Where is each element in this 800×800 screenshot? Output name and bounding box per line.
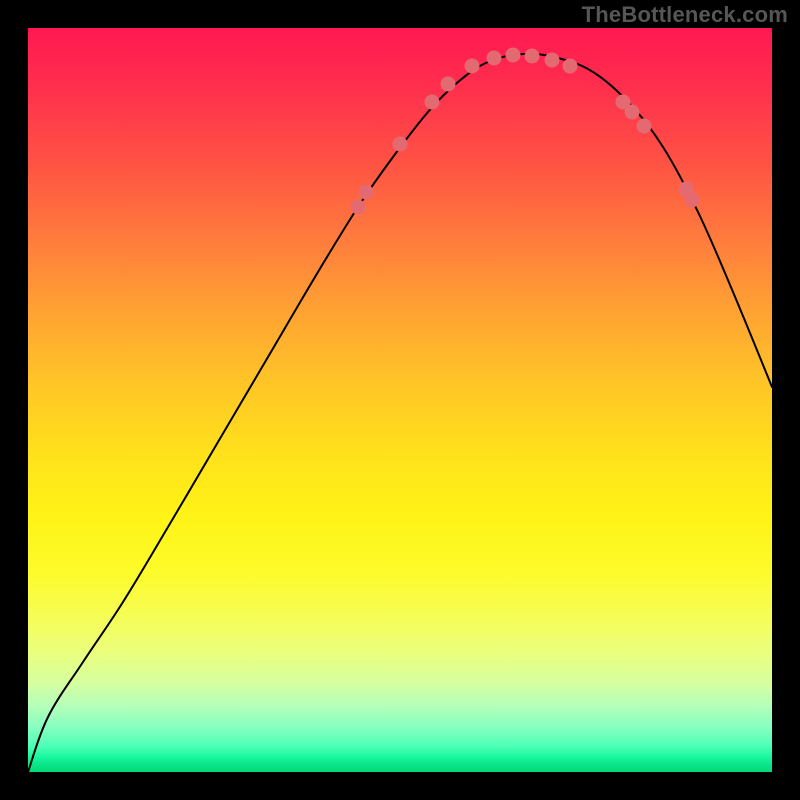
data-marker	[425, 95, 440, 110]
data-marker	[465, 59, 480, 74]
curve-svg	[28, 28, 772, 772]
data-marker	[506, 48, 521, 63]
data-marker	[359, 185, 374, 200]
data-marker	[525, 49, 540, 64]
data-marker	[625, 105, 640, 120]
marker-group	[351, 48, 700, 215]
data-marker	[563, 59, 578, 74]
plot-area	[28, 28, 772, 772]
watermark-text: TheBottleneck.com	[582, 2, 788, 28]
bottleneck-curve	[28, 54, 772, 772]
chart-frame: TheBottleneck.com	[0, 0, 800, 800]
data-marker	[487, 51, 502, 66]
data-marker	[685, 193, 700, 208]
data-marker	[351, 200, 366, 215]
data-marker	[393, 137, 408, 152]
data-marker	[545, 53, 560, 68]
data-marker	[637, 119, 652, 134]
data-marker	[441, 77, 456, 92]
